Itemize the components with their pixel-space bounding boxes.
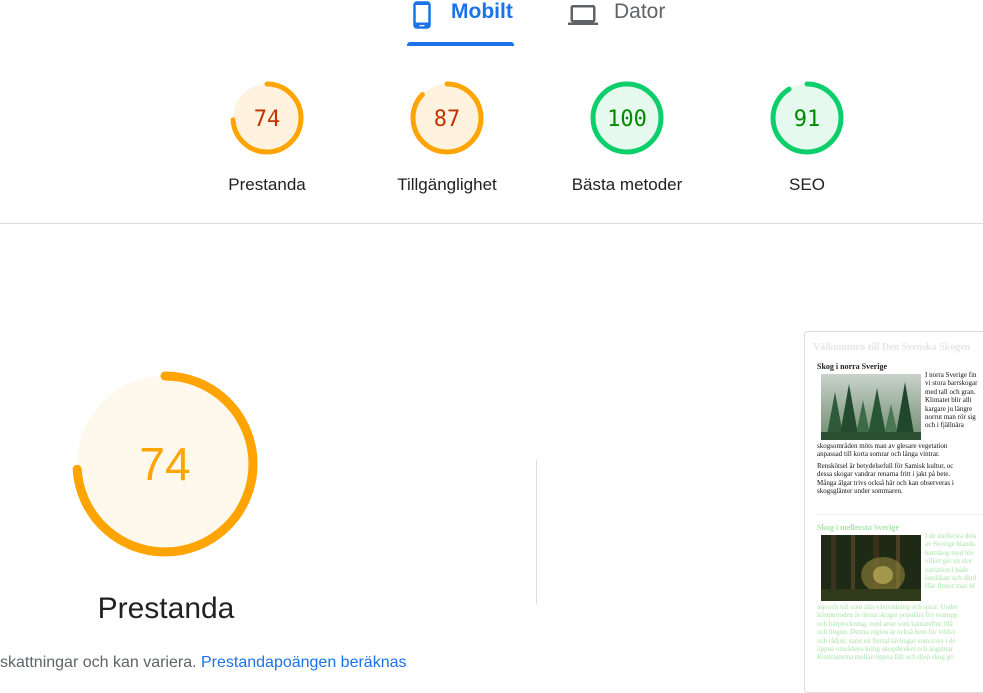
score-label: Prestanda bbox=[228, 175, 306, 194]
score-value: 100 bbox=[607, 107, 647, 132]
score-label: Tillgänglighet bbox=[397, 175, 497, 194]
score-gauge-best-practices[interactable]: 100 Bästa metoder bbox=[537, 80, 717, 195]
text-line: skogsområden möts man av glesare vegetat… bbox=[817, 442, 948, 450]
text-line: Många älgar trivs också här och kan obse… bbox=[817, 478, 954, 487]
text-line: och rådjur, samt ett flertal tävlingar s… bbox=[817, 636, 956, 645]
active-tab-indicator bbox=[407, 42, 514, 46]
section-divider bbox=[0, 223, 983, 224]
text-line: och lingon. Denna region är också hem fö… bbox=[817, 628, 956, 637]
text-line: Renskötsel är betydelsefull för Samisk k… bbox=[817, 461, 954, 470]
text-line: dessa skogar vandrar renarna fritt i jak… bbox=[817, 470, 951, 479]
screenshot-heading: Skog i norra Sverige bbox=[817, 362, 887, 371]
score-label: Bästa metoder bbox=[571, 175, 683, 194]
text-line: asp och tall som alla växtordning och sp… bbox=[817, 603, 958, 611]
score-note-text: skattningar och kan variera. bbox=[0, 654, 197, 671]
tab-desktop-label: Dator bbox=[614, 0, 666, 23]
score-value: 74 bbox=[254, 107, 281, 132]
tab-mobile[interactable]: Mobilt bbox=[407, 0, 514, 46]
score-gauge-seo[interactable]: 91 SEO bbox=[717, 80, 897, 195]
screenshot-header: Välkommen till Den Svenska Skogen bbox=[813, 342, 971, 353]
score-label: SEO bbox=[789, 175, 825, 194]
gauge-ring: 87 bbox=[410, 81, 484, 155]
score-gauge-performance[interactable]: 74 Prestanda bbox=[177, 80, 357, 195]
screenshot-text-below: skogsområden möts man av glesare vegetat… bbox=[817, 442, 983, 495]
text-line: skogsglänter under sommaren. bbox=[817, 487, 903, 496]
text-line: Kontrasterna mellan öppna fält och djup … bbox=[817, 653, 954, 662]
text-line: öppna områdena kring skogsbruket och äng… bbox=[817, 645, 953, 654]
tab-desktop[interactable]: Dator bbox=[566, 0, 665, 46]
phone-icon bbox=[413, 1, 431, 29]
page-screenshot-thumbnail[interactable]: Välkommen till Den Svenska Skogen Skog i… bbox=[804, 331, 983, 693]
forest-image-middle bbox=[821, 535, 921, 601]
screenshot-section-middle: Skog i mellersta Sverige I de mellersta … bbox=[817, 514, 983, 662]
tab-mobile-label: Mobilt bbox=[451, 0, 513, 23]
screenshot-heading: Skog i mellersta Sverige bbox=[817, 523, 899, 532]
gauge-ring: 74 bbox=[230, 81, 304, 155]
gauge-ring: 100 bbox=[590, 81, 664, 155]
text-line: höstperioden är dessa skogar populära fö… bbox=[817, 611, 958, 620]
text-line: och bärplockning, med arter som kantarel… bbox=[817, 619, 953, 628]
score-gauge-accessibility[interactable]: 87 Tillgänglighet bbox=[357, 80, 537, 195]
gauge-ring: 91 bbox=[770, 81, 844, 155]
laptop-icon bbox=[568, 5, 598, 25]
performance-score-value: 74 bbox=[139, 438, 190, 490]
screenshot-text-below: asp och tall som alla växtordning och sp… bbox=[817, 603, 983, 662]
screenshot-section-north: Skog i norra Sverige I norra Sverige fin… bbox=[817, 362, 983, 495]
score-value: 91 bbox=[794, 107, 821, 132]
score-note: skattningar och kan variera. Prestandapo… bbox=[0, 654, 407, 672]
performance-title: Prestanda bbox=[97, 592, 235, 625]
text-line: anpassad till korta somrar och långa vin… bbox=[817, 450, 940, 459]
score-calculation-link[interactable]: Prestandapoängen beräknas bbox=[201, 654, 407, 671]
vertical-divider bbox=[536, 460, 537, 604]
performance-gauge-large: 74 bbox=[72, 371, 258, 557]
score-value: 87 bbox=[434, 107, 461, 132]
forest-image-north bbox=[821, 374, 921, 440]
